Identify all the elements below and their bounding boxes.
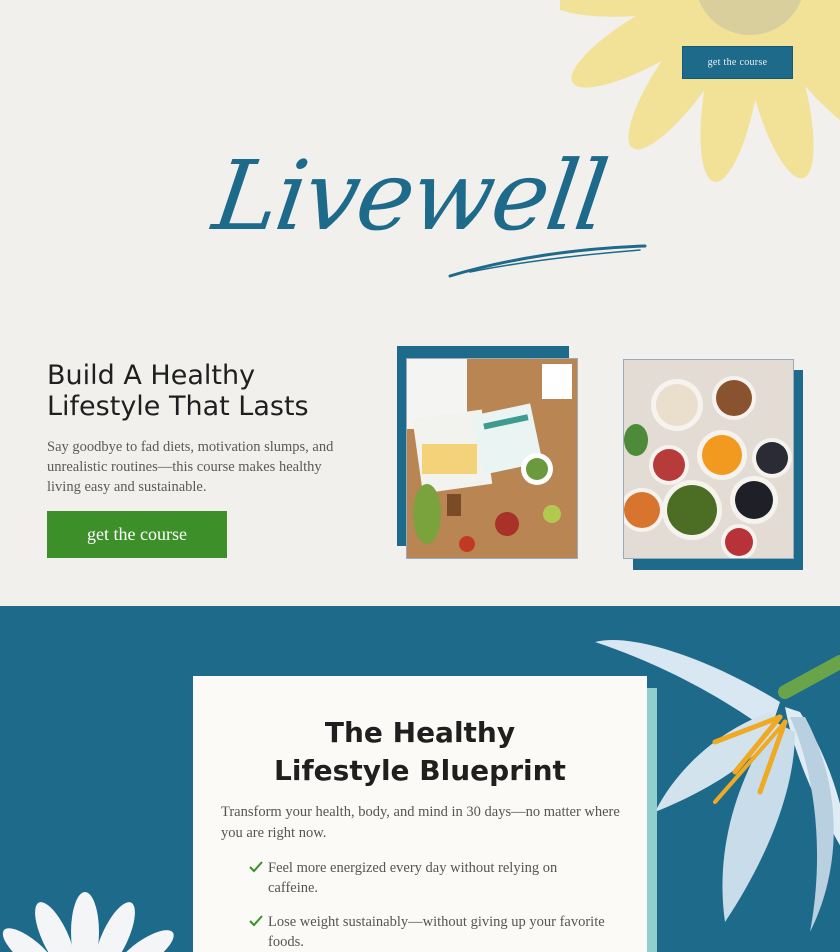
- header-get-course-button[interactable]: get the course: [682, 46, 793, 79]
- blueprint-description: Transform your health, body, and mind in…: [221, 804, 620, 841]
- blueprint-section: The Healthy Lifestyle Blueprint Transfor…: [0, 606, 840, 952]
- benefit-text: Feel more energized every day without re…: [268, 860, 558, 896]
- livewell-logo: Livewell: [207, 140, 613, 252]
- ingredients-illustration: [624, 360, 793, 558]
- list-item: Lose weight sustainably—without giving u…: [249, 912, 609, 952]
- benefits-list: Feel more energized every day without re…: [249, 858, 609, 952]
- meal-planning-illustration: [407, 359, 577, 558]
- hero-section: get the course Livewell Build A Healthy …: [0, 0, 840, 606]
- hero-headline: Build A Healthy Lifestyle That Lasts: [47, 360, 309, 422]
- benefit-text: Lose weight sustainably—without giving u…: [268, 914, 605, 950]
- list-item: Feel more energized every day without re…: [249, 858, 609, 898]
- check-icon: [249, 915, 263, 927]
- meal-planning-photo-card: [397, 346, 579, 559]
- blueprint-card: The Healthy Lifestyle Blueprint Transfor…: [193, 676, 647, 952]
- daisy-flower-decoration: [2, 892, 174, 952]
- logo-underline-swash: [448, 244, 647, 278]
- hero-get-course-button[interactable]: get the course: [47, 511, 227, 558]
- meal-planning-photo: [406, 358, 578, 559]
- ingredients-photo: [623, 359, 794, 559]
- hero-subtext: Say goodbye to fad diets, motivation slu…: [47, 439, 334, 495]
- ingredients-photo-card: [623, 359, 803, 570]
- check-icon: [249, 861, 263, 873]
- blueprint-title: The Healthy Lifestyle Blueprint: [193, 714, 647, 790]
- blueprint-title-text: The Healthy Lifestyle Blueprint: [274, 716, 566, 787]
